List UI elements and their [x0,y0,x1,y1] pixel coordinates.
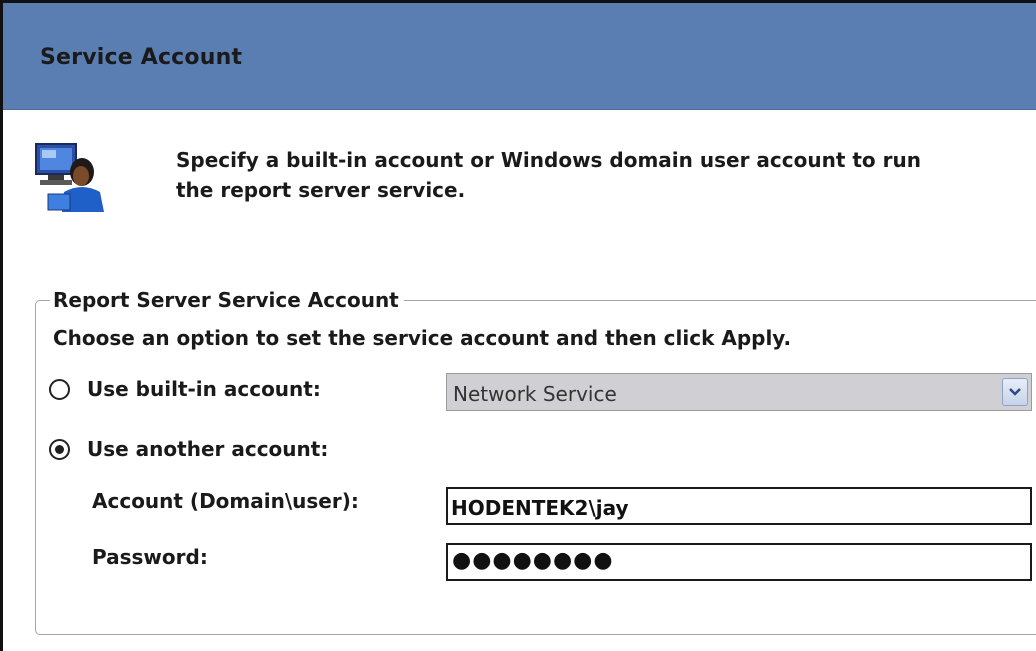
password-field-label: Password: [92,545,208,569]
intro-description: Specify a built-in account or Windows do… [176,145,936,205]
password-input-value: ●●●●●●●● [452,548,614,573]
page-title: Service Account [40,45,243,70]
service-account-group [35,300,1036,635]
account-input[interactable]: HODENTEK2\jay [446,487,1032,525]
builtin-account-label[interactable]: Use built-in account: [87,377,321,401]
account-field-label: Account (Domain\user): [92,489,359,513]
password-input[interactable]: ●●●●●●●● [446,543,1032,581]
radio-selected-dot [55,445,64,454]
another-account-label[interactable]: Use another account: [87,437,328,461]
account-input-value: HODENTEK2\jay [451,496,629,520]
instruction-text: Choose an option to set the service acco… [53,326,792,350]
user-computer-icon [34,142,106,212]
builtin-account-select[interactable]: Network Service [446,373,1032,411]
intro-line-1: Specify a built-in account or Windows do… [176,148,921,172]
another-account-radio[interactable] [49,439,70,460]
header-banner: Service Account [3,3,1036,110]
intro-line-2: the report server service. [176,178,466,202]
builtin-account-select-value: Network Service [453,382,617,406]
group-legend: Report Server Service Account [50,288,404,312]
builtin-account-radio[interactable] [49,379,70,400]
chevron-down-icon[interactable] [1002,378,1028,406]
